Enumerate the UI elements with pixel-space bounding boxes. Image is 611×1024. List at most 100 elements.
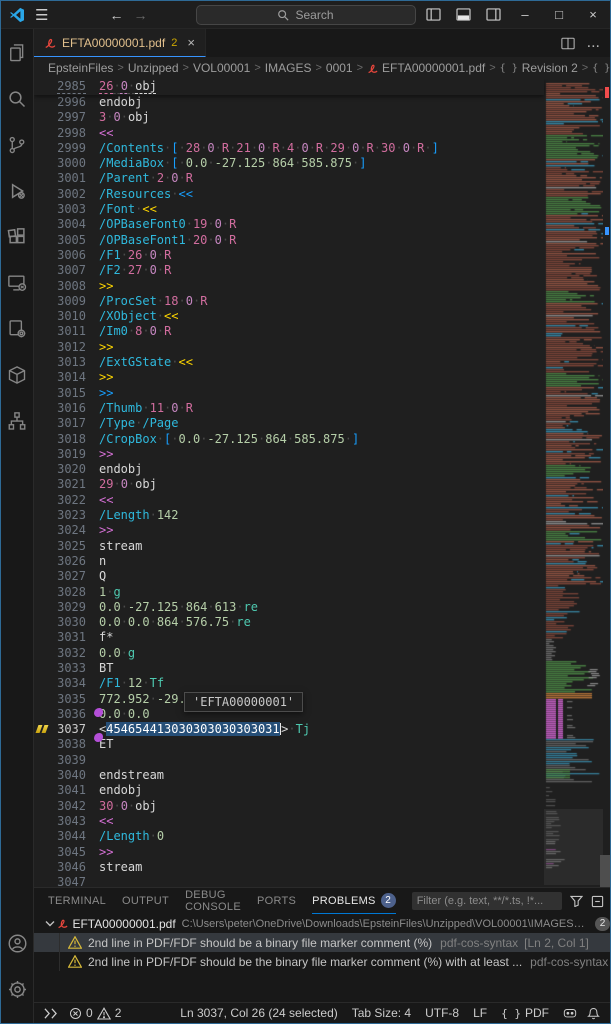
- minimap[interactable]: [544, 79, 603, 887]
- code-line-3025[interactable]: 3025stream: [34, 539, 544, 554]
- split-editor-icon[interactable]: [561, 37, 575, 50]
- code-line-3028[interactable]: 30281·g: [34, 585, 544, 600]
- settings-gear-icon[interactable]: [5, 977, 29, 1001]
- account-icon[interactable]: [5, 931, 29, 955]
- eol-indicator[interactable]: LF: [473, 1006, 487, 1020]
- code-line-3000[interactable]: 3000/MediaBox·[·0.0·-27.125·864·585.875·…: [34, 156, 544, 171]
- code-line-2996[interactable]: 2996endobj: [34, 95, 544, 110]
- minimap-slider[interactable]: [544, 809, 603, 885]
- breadcrumb-item[interactable]: Unzipped: [128, 61, 179, 75]
- tab-size[interactable]: Tab Size: 4: [352, 1006, 411, 1020]
- code-line-3018[interactable]: 3018/CropBox·[·0.0·-27.125·864·585.875·]: [34, 432, 544, 447]
- code-line-3009[interactable]: 3009/ProcSet·18·0·R: [34, 294, 544, 309]
- collapse-all-icon[interactable]: [591, 895, 604, 908]
- breadcrumb-item[interactable]: VOL00001: [193, 61, 250, 75]
- sidebar-item-file-settings[interactable]: [5, 317, 29, 341]
- panel-tab-output[interactable]: OUTPUT: [122, 888, 169, 914]
- tab-efta-pdf[interactable]: EFTA00000001.pdf 2 ×: [34, 29, 206, 57]
- sidebar-item-extensions[interactable]: [5, 225, 29, 249]
- chevron-down-icon[interactable]: [42, 920, 57, 927]
- code-line-3040[interactable]: 3040endstream: [34, 768, 544, 783]
- code-line-3007[interactable]: 3007/F2·27·0·R: [34, 263, 544, 278]
- code-line-3022[interactable]: 3022<<: [34, 493, 544, 508]
- code-line-3038[interactable]: 3038ET: [34, 737, 544, 752]
- code-line-3047[interactable]: 3047: [34, 875, 544, 887]
- code-line-3042[interactable]: 304230·0·obj: [34, 799, 544, 814]
- code-area[interactable]: 2996endobj29973·0·obj2998<<2999/Contents…: [34, 79, 544, 887]
- menu-icon[interactable]: ☰: [35, 6, 49, 24]
- code-line-3043[interactable]: 3043<<: [34, 814, 544, 829]
- encoding[interactable]: UTF-8: [425, 1006, 459, 1020]
- breadcrumb-item[interactable]: EpsteinFiles: [48, 61, 113, 75]
- code-line-3046[interactable]: 3046stream: [34, 860, 544, 875]
- code-line-3024[interactable]: 3024>>: [34, 523, 544, 538]
- breadcrumb-item[interactable]: 0001: [326, 61, 353, 75]
- problems-file-row[interactable]: EFTA00000001.pdfC:\Users\peter\OneDrive\…: [34, 914, 610, 933]
- code-line-3021[interactable]: 302129·0·obj: [34, 477, 544, 492]
- code-line-3033[interactable]: 3033BT: [34, 661, 544, 676]
- panel-tab-problems[interactable]: PROBLEMS2: [312, 888, 396, 914]
- sidebar-item-source-control[interactable]: [5, 133, 29, 157]
- sidebar-item-run-debug[interactable]: [5, 179, 29, 203]
- problems-summary[interactable]: 0 2: [69, 1006, 121, 1020]
- scrollbar-thumb[interactable]: [600, 855, 610, 887]
- close-button[interactable]: ×: [576, 1, 610, 28]
- copilot-status-icon[interactable]: [563, 1007, 577, 1019]
- panel-tab-debug-console[interactable]: DEBUG CONSOLE: [185, 888, 241, 914]
- code-line-3013[interactable]: 3013/ExtGState·<<: [34, 355, 544, 370]
- code-line-2998[interactable]: 2998<<: [34, 126, 544, 141]
- code-line-3030[interactable]: 30300.0·0.0·864·576.75·re: [34, 615, 544, 630]
- code-line-3020[interactable]: 3020endobj: [34, 462, 544, 477]
- panel-tab-terminal[interactable]: TERMINAL: [48, 888, 106, 914]
- language-mode[interactable]: { } PDF: [501, 1006, 549, 1020]
- sidebar-item-org-hierarchy[interactable]: [5, 409, 29, 433]
- code-line-3012[interactable]: 3012>>: [34, 340, 544, 355]
- problems-filter-input[interactable]: Filter (e.g. text, **/*.ts, !*...: [412, 892, 562, 910]
- problem-row[interactable]: 2nd line in PDF/FDF should be a binary f…: [34, 933, 610, 952]
- problem-row[interactable]: 2nd line in PDF/FDF should be the binary…: [34, 952, 610, 971]
- code-line-3015[interactable]: 3015>>: [34, 386, 544, 401]
- code-line-3001[interactable]: 3001/Parent·2·0·R: [34, 171, 544, 186]
- code-line-3004[interactable]: 3004/OPBaseFont0·19·0·R: [34, 217, 544, 232]
- minimize-button[interactable]: –: [508, 1, 542, 28]
- code-line-3032[interactable]: 30320.0·g: [34, 646, 544, 661]
- code-line-3044[interactable]: 3044/Length·0: [34, 829, 544, 844]
- tab-close-icon[interactable]: ×: [187, 35, 195, 50]
- code-line-3005[interactable]: 3005/OPBaseFont1·20·0·R: [34, 233, 544, 248]
- filter-funnel-icon[interactable]: [570, 895, 583, 907]
- code-line-3002[interactable]: 3002/Resources·<<: [34, 187, 544, 202]
- code-line-3026[interactable]: 3026n: [34, 554, 544, 569]
- code-line-3008[interactable]: 3008>>: [34, 279, 544, 294]
- code-line-3027[interactable]: 3027Q: [34, 569, 544, 584]
- code-line-3010[interactable]: 3010/XObject·<<: [34, 309, 544, 324]
- code-line-3039[interactable]: 3039: [34, 753, 544, 768]
- code-line-3041[interactable]: 3041endobj: [34, 783, 544, 798]
- code-line-3045[interactable]: 3045>>: [34, 845, 544, 860]
- code-line-3037[interactable]: 3037<454654413030303030303031>·Tj: [34, 722, 544, 737]
- panel-tab-ports[interactable]: PORTS: [257, 888, 296, 914]
- code-line-3003[interactable]: 3003/Font·<<: [34, 202, 544, 217]
- sticky-scroll-line[interactable]: 298526·0·obj: [34, 79, 544, 95]
- forward-arrow-icon[interactable]: →: [133, 7, 147, 23]
- more-actions-icon[interactable]: ...: [587, 34, 600, 52]
- breadcrumb-file[interactable]: EFTA00000001.pdf: [382, 61, 485, 75]
- code-line-3016[interactable]: 3016/Thumb·11·0·R: [34, 401, 544, 416]
- code-line-3023[interactable]: 3023/Length·142: [34, 508, 544, 523]
- code-line-3029[interactable]: 30290.0·-27.125·864·613·re: [34, 600, 544, 615]
- toggle-secondary-sidebar-icon[interactable]: [478, 1, 508, 28]
- remote-indicator[interactable]: [44, 1007, 57, 1020]
- back-arrow-icon[interactable]: ←: [109, 7, 123, 23]
- code-line-3014[interactable]: 3014>>: [34, 370, 544, 385]
- notifications-bell-icon[interactable]: [587, 1007, 600, 1020]
- sidebar-item-search[interactable]: [5, 87, 29, 111]
- sidebar-item-package-cube[interactable]: [5, 363, 29, 387]
- code-line-3019[interactable]: 3019>>: [34, 447, 544, 462]
- toggle-primary-sidebar-icon[interactable]: [418, 1, 448, 28]
- sidebar-item-remote-explorer[interactable]: [5, 271, 29, 295]
- code-line-2997[interactable]: 29973·0·obj: [34, 110, 544, 125]
- breadcrumb-item[interactable]: IMAGES: [265, 61, 312, 75]
- sidebar-item-explorer[interactable]: [5, 41, 29, 65]
- code-line-3011[interactable]: 3011/Im0·8·0·R: [34, 324, 544, 339]
- code-line-3006[interactable]: 3006/F1·26·0·R: [34, 248, 544, 263]
- breadcrumb-symbol[interactable]: Revision 2: [522, 61, 578, 75]
